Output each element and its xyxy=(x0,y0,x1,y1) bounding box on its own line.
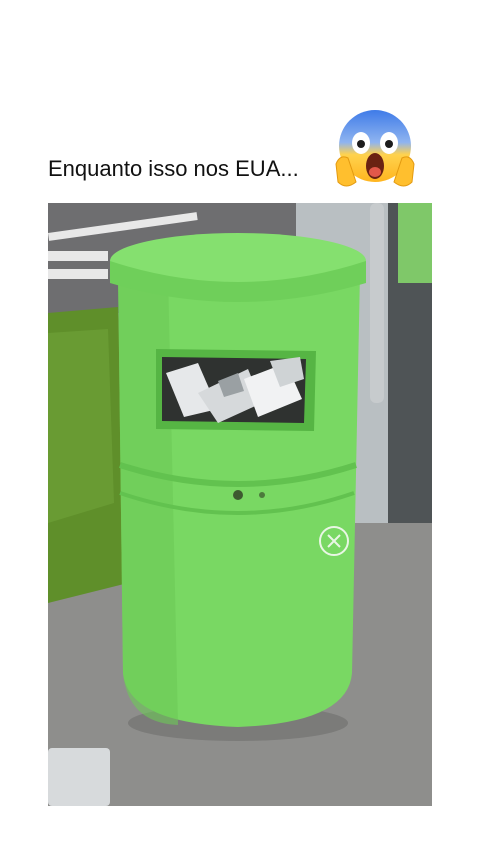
trash-bin-photo-illustration xyxy=(48,203,432,806)
caption-text: Enquanto isso nos EUA... xyxy=(48,156,299,181)
screaming-face-emoji-icon xyxy=(330,106,420,196)
photo xyxy=(48,203,432,806)
caption-row: Enquanto isso nos EUA... xyxy=(48,100,432,200)
